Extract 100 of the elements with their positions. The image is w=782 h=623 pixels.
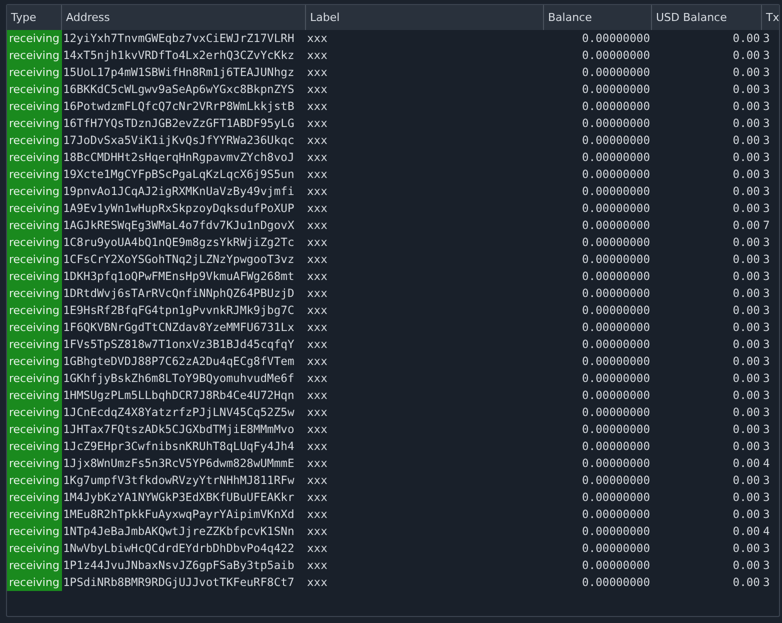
table-cell-text: 1PSdiNRb8BMR9RDGjUJJvotTKFeuRF8Ct7 xyxy=(62,575,296,591)
table-cell: receiving xyxy=(7,574,62,591)
table-cell-text: 1CFsCrY2XoYSGohTNq2jLZNzYpwgooT3vz xyxy=(62,252,296,268)
table-cell: receiving xyxy=(7,404,62,421)
table-cell-text: 0.00 xyxy=(732,371,761,387)
table-cell-text: 0.00000000 xyxy=(580,133,651,149)
column-header[interactable]: Tx xyxy=(762,5,779,30)
table-cell-text: 1JcZ9EHpr3CwfnibsnKRUhT8qLUqFy4Jh4 xyxy=(62,439,296,455)
table-cell-text: 3 xyxy=(762,439,771,455)
table-cell-text: 1JCnEcdqZ4X8YatzrfzPJjLNV45Cq52Z5w xyxy=(62,405,296,421)
table-cell-text: 1C8ru9yoUA4bQ1nQE9m8gzsYkRWjiZg2Tc xyxy=(62,235,296,251)
table-cell-text: 3 xyxy=(762,48,771,64)
table-cell-text: 0.00000000 xyxy=(580,405,651,421)
table-cell: receiving xyxy=(7,302,62,319)
table-cell-text: 0.00000000 xyxy=(580,490,651,506)
table-cell-text: 0.00 xyxy=(732,65,761,81)
table-cell-text: 14xT5njh1kvVRDfTo4Lx2erhQ3CZvYcKkz xyxy=(62,48,296,64)
table-cell-text: 16BKKdC5cWLgwv9aSeAp6wYGxc8BkpnZYS xyxy=(62,82,296,98)
table-cell-text: 0.00000000 xyxy=(580,48,651,64)
table-cell-text: 1FVs5TpSZ818w7T1onxVz3B1BJd45cqfqY xyxy=(62,337,296,353)
table-cell: receiving xyxy=(7,506,62,523)
table-cell-text: 0.00000000 xyxy=(580,31,651,47)
column-header[interactable]: Balance xyxy=(544,5,652,30)
table-cell-text: xxx xyxy=(306,82,328,98)
table-cell-text: 0.00000000 xyxy=(580,507,651,523)
table-cell-text: 1GBhgteDVDJ88P7C62zA2Du4qECg8fVTem xyxy=(62,354,296,370)
table-cell-text: 0.00 xyxy=(732,524,761,540)
table-cell-text: 1P1z44JvuJNbaxNsvJZ6gpFSaBy3tp5aib xyxy=(62,558,296,574)
table-cell: receiving xyxy=(7,251,62,268)
table-cell-text: 0.00000000 xyxy=(580,422,651,438)
table-cell-text: 0.00 xyxy=(732,133,761,149)
table-cell-text: 0.00000000 xyxy=(580,167,651,183)
table-cell: receiving xyxy=(7,81,62,98)
table-cell-text: 3 xyxy=(762,65,771,81)
table-cell-text: 0.00000000 xyxy=(580,320,651,336)
column-header[interactable]: Type xyxy=(7,5,62,30)
table-cell-text: xxx xyxy=(306,48,328,64)
table-cell-text: xxx xyxy=(306,439,328,455)
table-cell-text: xxx xyxy=(306,473,328,489)
table-cell-text: 3 xyxy=(762,252,771,268)
table-cell: receiving xyxy=(7,421,62,438)
table-cell-text: 12yiYxh7TnvmGWEqbz7vxCiEWJrZ17VLRH xyxy=(62,31,296,47)
table-cell-text: 4 xyxy=(762,456,771,472)
table-cell-text: 3 xyxy=(762,235,771,251)
table-cell-text: 0.00 xyxy=(732,337,761,353)
table-cell-text: 1A9Ev1yWn1wHupRxSkpzoyDqksdufPoXUP xyxy=(62,201,296,217)
table-cell: receiving xyxy=(7,268,62,285)
table-cell-text: 0.00 xyxy=(732,235,761,251)
table-cell-text: xxx xyxy=(306,558,328,574)
table-cell-text: 0.00 xyxy=(732,150,761,166)
table-cell-text: 3 xyxy=(762,82,771,98)
table-cell: receiving xyxy=(7,370,62,387)
table-cell-text: 0.00 xyxy=(732,456,761,472)
table-cell-text: 3 xyxy=(762,201,771,217)
table-cell-text: 0.00000000 xyxy=(580,286,651,302)
table-cell-text: 0.00 xyxy=(732,541,761,557)
table-cell-text: 1DKH3pfq1oQPwFMEnsHp9VkmuAFWg268mt xyxy=(62,269,296,285)
table-cell: receiving xyxy=(7,217,62,234)
table-cell-text: 3 xyxy=(762,575,771,591)
table-cell-text: xxx xyxy=(306,201,328,217)
table-cell-text: 3 xyxy=(762,490,771,506)
table-cell-text: 3 xyxy=(762,541,771,557)
table-cell-text: 0.00000000 xyxy=(580,388,651,404)
table-cell-text: xxx xyxy=(306,252,328,268)
column-header[interactable]: USD Balance xyxy=(652,5,762,30)
table-cell: receiving xyxy=(7,336,62,353)
table-cell-text: xxx xyxy=(306,99,328,115)
table-cell-text: 3 xyxy=(762,133,771,149)
table-cell-text: 3 xyxy=(762,507,771,523)
table-cell-text: 0.00 xyxy=(732,388,761,404)
table-cell-text: 0.00 xyxy=(732,167,761,183)
table-cell-text: 0.00000000 xyxy=(580,354,651,370)
table-cell-text: 0.00 xyxy=(732,218,761,234)
table-cell-text: xxx xyxy=(306,65,328,81)
column-header[interactable]: Address xyxy=(62,5,306,30)
table-cell-text: xxx xyxy=(306,354,328,370)
table-cell-text: 3 xyxy=(762,99,771,115)
table-cell-text: 0.00000000 xyxy=(580,99,651,115)
table-cell-text: 1F6QKVBNrGgdTtCNZdav8YzeMMFU6731Lx xyxy=(62,320,296,336)
table-cell-text: 3 xyxy=(762,337,771,353)
table-cell-text: 0.00 xyxy=(732,184,761,200)
table-cell: receiving xyxy=(7,353,62,370)
table-cell-text: 1AGJkRESWqEg3WMaL4o7fdv7KJu1nDgovX xyxy=(62,218,296,234)
table-cell-text: 0.00 xyxy=(732,405,761,421)
table-cell-text: 0.00000000 xyxy=(580,184,651,200)
table-cell-text: 0.00000000 xyxy=(580,371,651,387)
table-cell-text: 1JHTax7FQtszADk5CJGXbdTMjiE8MMmMvo xyxy=(62,422,296,438)
table-cell-text: 0.00000000 xyxy=(580,235,651,251)
table-cell-text: 19Xcte1MgCYFpBScPgaLqKzLqcX6j9S5un xyxy=(62,167,296,183)
table-cell-text: xxx xyxy=(306,388,328,404)
table-cell-text: 18BcCMDHHt2sHqerqHnRgpavmvZYch8voJ xyxy=(62,150,296,166)
table-cell-text: 0.00 xyxy=(732,439,761,455)
table-cell: receiving xyxy=(7,540,62,557)
table-cell-text: 0.00000000 xyxy=(580,269,651,285)
table-cell-text: 3 xyxy=(762,116,771,132)
table-cell-text: 1GKhfjyBskZh6m8LToY9BQyomuhvudMe6f xyxy=(62,371,296,387)
table-cell-text: 3 xyxy=(762,269,771,285)
table-cell: receiving xyxy=(7,234,62,251)
column-header[interactable]: Label xyxy=(306,5,544,30)
table-cell-text: 3 xyxy=(762,558,771,574)
